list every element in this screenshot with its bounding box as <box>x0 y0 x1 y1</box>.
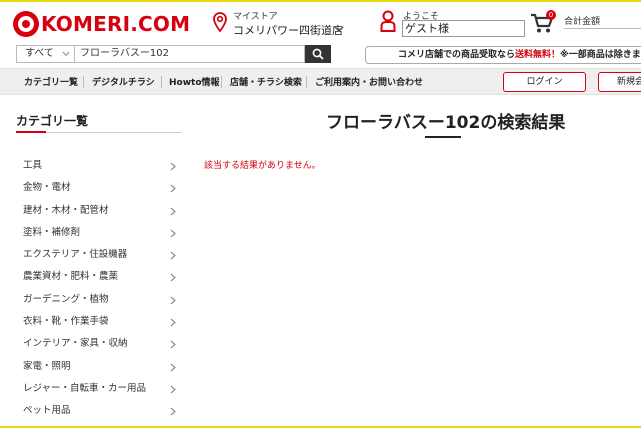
nav-digital-flyer[interactable]: デジタルチラシ <box>92 75 155 88</box>
cart-count-badge: 0 <box>546 10 556 20</box>
nav-store-search[interactable]: 店舗・チラシ検索 <box>230 75 302 88</box>
category-item-agriculture[interactable]: 農業資材・肥料・農薬 <box>16 266 182 288</box>
chevron-right-icon <box>170 229 176 238</box>
nav-divider <box>221 76 222 88</box>
category-item-clothing[interactable]: 衣料・靴・作業手袋 <box>16 311 182 333</box>
category-label: 家電・照明 <box>23 360 71 372</box>
nav-divider <box>83 76 84 88</box>
chevron-right-icon <box>170 162 176 171</box>
category-label: 農業資材・肥料・農薬 <box>23 271 119 283</box>
chevron-right-icon <box>170 340 176 349</box>
category-item-pets[interactable]: ペット用品 <box>16 400 182 422</box>
main-nav: カテゴリ一覧 デジタルチラシ Howto情報 店舗・チラシ検索 ご利用案内・お問… <box>0 68 641 95</box>
chevron-right-icon <box>170 407 176 416</box>
category-label: 衣料・靴・作業手袋 <box>23 316 109 328</box>
search-icon <box>312 48 324 60</box>
chevron-down-icon <box>62 51 70 57</box>
chevron-right-icon <box>170 207 176 215</box>
chevron-right-icon <box>170 318 176 327</box>
sidebar-title-accent <box>16 131 46 133</box>
category-item-gardening[interactable]: ガーデニング・植物 <box>16 289 182 311</box>
promo-free-shipping: 送料無料！ <box>515 50 561 60</box>
category-item-leisure[interactable]: レジャー・自転車・カー用品 <box>16 378 182 400</box>
no-result-message: 該当する結果がありません。 <box>204 161 321 171</box>
chevron-down-icon <box>334 26 344 33</box>
register-button[interactable]: 新規会員 <box>598 72 641 92</box>
category-item-appliances[interactable]: 家電・照明 <box>16 356 182 378</box>
category-label: レジャー・自転車・カー用品 <box>23 382 147 394</box>
category-item-exterior[interactable]: エクステリア・住設機器 <box>16 244 182 266</box>
logo-text: KOMERI.COM <box>41 12 191 36</box>
title-underline <box>425 136 461 138</box>
search-input[interactable]: フローラバスー102 <box>74 45 305 63</box>
search-button[interactable] <box>305 45 331 63</box>
guest-name-box[interactable]: ゲスト様 <box>402 20 525 37</box>
mystore-name: コメリパワー四街道店 <box>233 24 343 37</box>
mystore-label: マイストア <box>233 12 278 22</box>
chevron-right-icon <box>170 251 176 260</box>
pickup-promo-banner[interactable]: コメリ店舗での商品受取なら送料無料！※一部商品は除きます <box>365 46 641 64</box>
nav-help-contact[interactable]: ご利用案内・お問い合わせ <box>315 75 423 88</box>
chevron-right-icon <box>170 363 176 372</box>
category-label: 工具 <box>23 160 43 171</box>
category-label: エクステリア・住設機器 <box>23 249 128 261</box>
sidebar-title: カテゴリ一覧 <box>16 114 89 128</box>
total-amount-label: 合計金額 <box>564 17 601 27</box>
login-button[interactable]: ログイン <box>503 72 586 92</box>
promo-prefix: コメリ店舗での商品受取なら <box>398 50 516 60</box>
category-label: ガーデニング・植物 <box>23 293 109 305</box>
chevron-right-icon <box>170 274 176 282</box>
location-pin-icon <box>213 12 227 32</box>
promo-suffix: ※一部商品は除きます <box>560 50 641 60</box>
chevron-right-icon <box>170 296 176 305</box>
total-underline <box>564 28 641 29</box>
nav-howto[interactable]: Howto情報 <box>169 75 220 88</box>
category-label: 建材・木材・配管材 <box>23 204 109 216</box>
category-item-tools[interactable]: 工具 <box>16 155 182 177</box>
category-item-hardware[interactable]: 金物・電材 <box>16 177 182 199</box>
chevron-right-icon <box>170 385 176 394</box>
chevron-right-icon <box>170 184 176 193</box>
site-logo[interactable]: KOMERI.COM <box>13 11 190 37</box>
nav-divider <box>161 76 162 88</box>
category-label: ペット用品 <box>23 405 71 417</box>
top-accent-bar <box>0 0 641 2</box>
category-item-building-materials[interactable]: 建材・木材・配管材 <box>16 200 182 222</box>
search-result-title: フローラバスー102の検索結果 <box>326 113 566 133</box>
nav-categories[interactable]: カテゴリ一覧 <box>24 75 78 88</box>
category-label: インテリア・家具・収納 <box>23 338 128 350</box>
category-list: 工具 金物・電材 建材・木材・配管材 塗料・補修剤 エクステリア・住設機器 農業… <box>16 155 182 423</box>
category-label: 塗料・補修剤 <box>23 226 81 238</box>
nav-divider <box>306 76 307 88</box>
user-icon[interactable] <box>380 10 396 32</box>
category-label: 金物・電材 <box>23 182 71 194</box>
logo-mark-icon <box>13 11 39 37</box>
category-item-interior[interactable]: インテリア・家具・収納 <box>16 333 182 355</box>
category-item-paint[interactable]: 塗料・補修剤 <box>16 222 182 244</box>
